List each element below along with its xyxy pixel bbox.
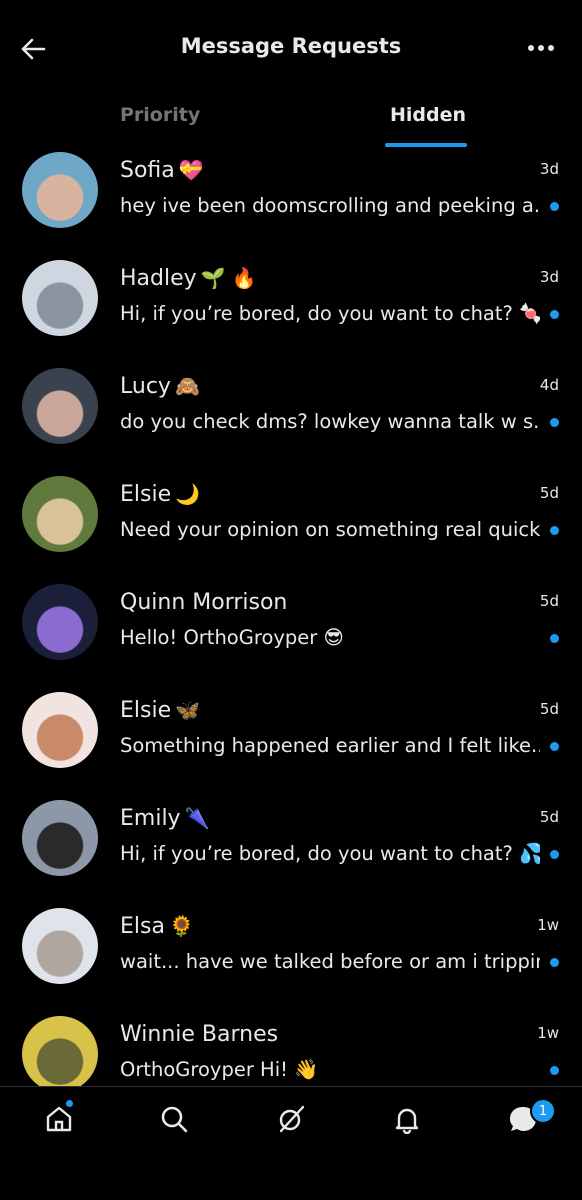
unread-dot [550,310,559,319]
conversation-row[interactable]: Emily 🌂 5d Hi, if you’re bored, do you want… [0,798,582,906]
name-emoji: 🦋 [175,698,201,722]
active-tab-indicator [385,143,467,147]
more-button[interactable] [526,38,556,58]
avatar[interactable] [22,260,98,336]
conversation-row[interactable]: Winnie Barnes 1w OrthoGroyper Hi! 👋 [0,1014,582,1086]
unread-dot [550,958,559,967]
sender-name: Elsie 🌙 [120,482,200,507]
conversation-row[interactable]: Lucy 🙈 4d do you check dms? lowkey wanna ta… [0,366,582,474]
grok-icon [279,1105,305,1133]
timestamp: 3d [539,268,559,286]
nav-search[interactable] [156,1101,192,1137]
avatar[interactable] [22,368,98,444]
unread-dot [550,634,559,643]
sender-name-text: Lucy [120,374,171,399]
message-preview: hey ive been doomscrolling and peeking a… [120,194,540,217]
avatar[interactable] [22,476,98,552]
name-emoji: 🌱 🔥 [200,266,257,290]
tab-priority[interactable]: Priority [120,104,200,126]
sender-name: Winnie Barnes [120,1022,282,1047]
avatar[interactable] [22,1016,98,1086]
conversation-list: Sofia 💝 3d hey ive been doomscrolling and p… [0,150,582,1086]
more-horizontal-icon [528,45,554,51]
sender-name-text: Elsa [120,914,165,939]
message-preview: Need your opinion on something real quic… [120,518,540,541]
timestamp: 4d [539,376,559,394]
search-icon [161,1106,188,1133]
sender-name: Sofia 💝 [120,158,204,183]
timestamp: 1w [537,1024,559,1042]
message-preview: Hi, if you’re bored, do you want to chat… [120,842,540,865]
timestamp: 5d [539,808,559,826]
sender-name: Elsa 🌻 [120,914,194,939]
timestamp: 3d [539,160,559,178]
name-emoji: 🙈 [174,374,200,398]
sender-name: Hadley 🌱 🔥 [120,266,257,291]
avatar[interactable] [22,692,98,768]
sender-name-text: Sofia [120,158,175,183]
top-bar: Message Requests [0,0,582,96]
message-preview: do you check dms? lowkey wanna talk w s.… [120,410,540,433]
avatar[interactable] [22,152,98,228]
name-emoji: 🌂 [184,806,210,830]
nav-notifications[interactable] [389,1101,425,1137]
bell-icon [395,1108,419,1134]
unread-dot [550,526,559,535]
conversation-row[interactable]: Sofia 💝 3d hey ive been doomscrolling and p… [0,150,582,258]
message-preview: Something happened earlier and I felt li… [120,734,540,757]
conversation-row[interactable]: Elsie 🦋 5d Something happened earlier and I… [0,690,582,798]
message-preview: Hello! OrthoGroyper 😎 [120,626,344,649]
message-preview: OrthoGroyper Hi! 👋 [120,1058,319,1081]
sender-name: Elsie 🦋 [120,698,200,723]
name-emoji: 🌻 [168,914,194,938]
sender-name-text: Quinn Morrison [120,590,288,615]
conversation-row[interactable]: Elsa 🌻 1w wait... have we talked before or … [0,906,582,1014]
bottom-nav [0,1086,582,1200]
sender-name-text: Winnie Barnes [120,1022,279,1047]
nav-grok[interactable] [273,1101,309,1137]
name-emoji: 💝 [178,158,204,182]
sender-name: Lucy 🙈 [120,374,200,399]
page-title: Message Requests [180,34,402,58]
unread-dot [550,850,559,859]
sender-name-text: Elsie [120,482,172,507]
timestamp: 5d [539,700,559,718]
sender-name-text: Elsie [120,698,172,723]
unread-dot [550,742,559,751]
name-emoji: 🌙 [175,482,201,506]
timestamp: 5d [539,592,559,610]
timestamp: 5d [539,484,559,502]
timestamp: 1w [537,916,559,934]
conversation-row[interactable]: Hadley 🌱 🔥 3d Hi, if you’re bored, do you w… [0,258,582,366]
tab-hidden[interactable]: Hidden [390,104,466,126]
conversation-row[interactable]: Elsie 🌙 5d Need your opinion on something r… [0,474,582,582]
avatar[interactable] [22,800,98,876]
unread-dot [550,202,559,211]
unread-dot [550,418,559,427]
sender-name-text: Emily [120,806,181,831]
message-preview: wait... have we talked before or am i tr… [120,950,540,973]
tab-bar: Priority Hidden [0,96,582,148]
sender-name-text: Hadley [120,266,197,291]
home-notification-dot [66,1100,73,1107]
sender-name: Emily 🌂 [120,806,209,831]
messages-badge: 1 [530,1098,556,1124]
message-preview: Hi, if you’re bored, do you want to chat… [120,302,540,325]
avatar[interactable] [22,584,98,660]
home-icon [46,1106,72,1132]
sender-name: Quinn Morrison [120,590,291,615]
unread-dot [550,1066,559,1075]
nav-home[interactable] [41,1101,77,1137]
conversation-row[interactable]: Quinn Morrison 5d Hello! OrthoGroyper 😎 [0,582,582,690]
avatar[interactable] [22,908,98,984]
